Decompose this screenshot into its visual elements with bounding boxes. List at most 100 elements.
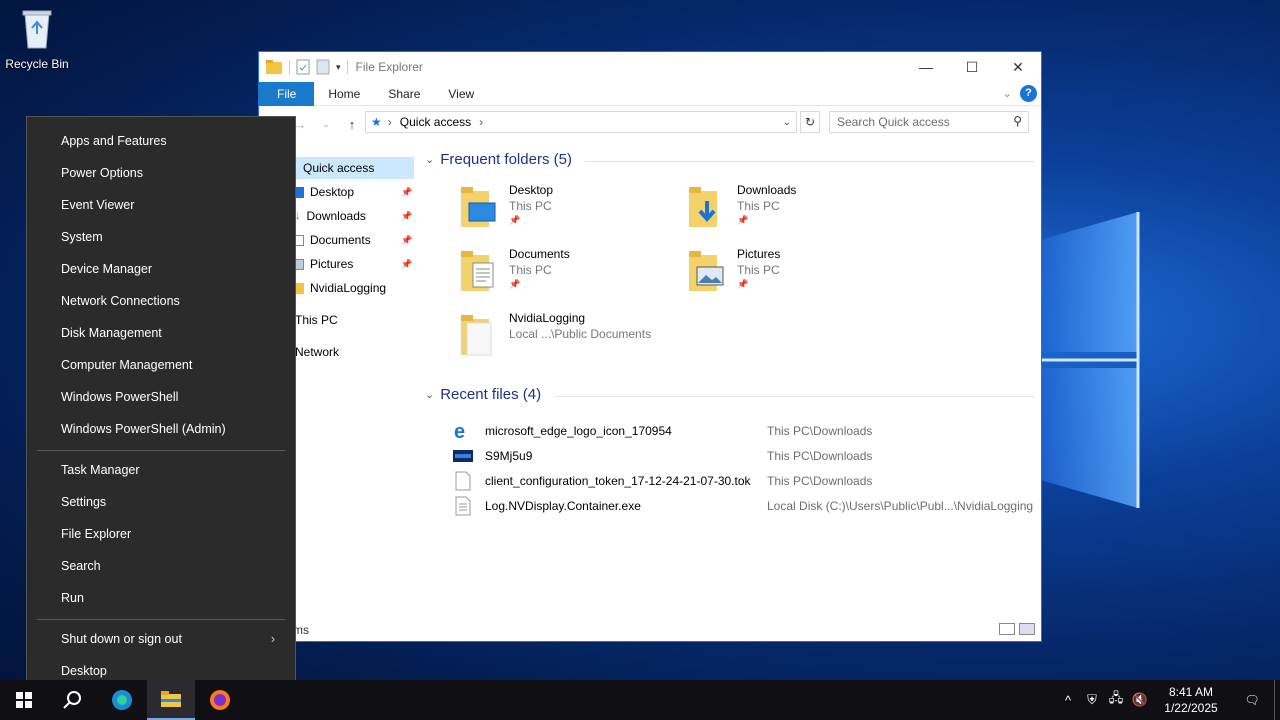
- nav-item-label: Downloads: [306, 209, 366, 223]
- downloads-folder-icon: [689, 187, 717, 227]
- refresh-button[interactable]: ↻: [800, 111, 820, 133]
- details-view-icon[interactable]: [999, 623, 1015, 635]
- address-dropdown-chevron-icon[interactable]: ⌄: [783, 117, 791, 128]
- recent-file-name: client_configuration_token_17-12-24-21-0…: [485, 474, 751, 488]
- breadcrumb-chevron-icon[interactable]: ›: [388, 115, 392, 129]
- nav-item-quick-access[interactable]: Quick access: [295, 157, 414, 179]
- blank-file-icon: [453, 471, 473, 491]
- clock[interactable]: 8:41 AM 1/22/2025: [1152, 684, 1230, 716]
- nav-item-pictures[interactable]: Pictures: [295, 253, 353, 275]
- search-input[interactable]: Search Quick access ⚲: [829, 111, 1029, 133]
- winx-power-user-menu: Apps and Features Power Options Event Vi…: [26, 116, 296, 695]
- pin-icon: 📌: [401, 211, 413, 221]
- menu-item-network-connections[interactable]: Network Connections: [61, 285, 287, 317]
- edge-file-icon: e: [453, 421, 473, 441]
- volume-muted-icon[interactable]: 🔇: [1128, 692, 1152, 708]
- menu-item-file-explorer[interactable]: File Explorer: [61, 518, 287, 550]
- taskbar-firefox[interactable]: [196, 680, 244, 720]
- section-title: Recent files (4): [440, 386, 542, 403]
- recycle-bin-shortcut[interactable]: Recycle Bin: [4, 6, 70, 71]
- recent-file-row[interactable]: Log.NVDisplay.Container.exe Local Disk (…: [453, 494, 1043, 518]
- nav-item-label: Network: [295, 345, 340, 359]
- help-icon[interactable]: ?: [1020, 85, 1037, 102]
- menu-item-shut-down-or-sign-out[interactable]: Shut down or sign out ›: [61, 623, 287, 655]
- recent-locations-chevron-icon[interactable]: ⌄: [317, 119, 335, 130]
- menu-item-apps-and-features[interactable]: Apps and Features: [61, 125, 287, 157]
- nav-item-desktop[interactable]: Desktop: [295, 181, 354, 203]
- nav-item-label: Desktop: [310, 185, 355, 199]
- recent-file-path: Local Disk (C:)\Users\Public\Publ...\Nvi…: [767, 499, 1034, 513]
- start-button[interactable]: [0, 680, 48, 720]
- nav-item-this-pc[interactable]: This PC: [295, 309, 338, 331]
- folder-tile-desktop[interactable]: Desktop This PC 📌: [459, 183, 553, 239]
- folder-tile-downloads[interactable]: Downloads This PC 📌: [687, 183, 796, 239]
- folder-name: Downloads: [737, 183, 797, 197]
- taskbar-file-explorer[interactable]: [147, 680, 195, 720]
- recent-file-row[interactable]: e microsoft_edge_logo_icon_170954 This P…: [453, 419, 1043, 443]
- up-arrow-icon[interactable]: ↑: [343, 117, 361, 132]
- search-button[interactable]: [48, 680, 96, 720]
- folder-icon: [295, 282, 304, 294]
- menu-item-power-options[interactable]: Power Options: [61, 157, 287, 189]
- customize-qa-chevron-icon[interactable]: ▾: [336, 62, 341, 73]
- maximize-button[interactable]: ☐: [949, 52, 995, 82]
- collapse-chevron-icon: ⌄: [425, 154, 435, 166]
- show-hidden-icons-chevron-icon[interactable]: ^: [1056, 693, 1080, 708]
- recent-file-row[interactable]: client_configuration_token_17-12-24-21-0…: [453, 469, 1043, 493]
- submenu-chevron-icon: ›: [270, 632, 275, 646]
- folder-name: Pictures: [737, 247, 781, 261]
- new-folder-icon[interactable]: [316, 59, 330, 75]
- recent-file-path: This PC\Downloads: [767, 424, 873, 438]
- address-bar[interactable]: ★ › Quick access › ⌄: [365, 111, 797, 133]
- section-divider: [555, 396, 1035, 397]
- network-icon[interactable]: 🖧: [1104, 689, 1128, 711]
- properties-icon[interactable]: [296, 59, 310, 75]
- close-icon: ✕: [1012, 58, 1024, 75]
- menu-item-computer-management[interactable]: Computer Management: [61, 349, 287, 381]
- action-center-icon[interactable]: 🗨: [1230, 693, 1274, 707]
- folder-tile-documents[interactable]: Documents This PC 📌: [459, 247, 570, 303]
- nav-item-network[interactable]: Network: [295, 341, 339, 363]
- minimize-button[interactable]: —: [903, 52, 949, 82]
- menu-item-windows-powershell[interactable]: Windows PowerShell: [61, 381, 287, 413]
- search-icon: [63, 691, 81, 709]
- nav-item-downloads[interactable]: ↓ Downloads: [295, 205, 366, 227]
- tab-home[interactable]: Home: [314, 82, 374, 106]
- file-explorer-window: ▾ File Explorer — ☐ ✕ File Home Share Vi…: [258, 51, 1042, 642]
- expand-ribbon-chevron-icon[interactable]: ⌄: [1003, 87, 1012, 100]
- folder-name: Desktop: [509, 183, 554, 197]
- menu-item-system[interactable]: System: [61, 221, 287, 253]
- show-desktop-button[interactable]: [1274, 680, 1280, 720]
- menu-item-label: Shut down or sign out: [61, 632, 182, 646]
- recent-file-row[interactable]: S9Mj5u9 This PC\Downloads: [453, 444, 1043, 468]
- nav-item-nvidialogging[interactable]: NvidiaLogging: [295, 277, 386, 299]
- quick-access-star-icon: ★: [371, 115, 382, 129]
- menu-item-search[interactable]: Search: [61, 550, 287, 582]
- security-icon[interactable]: ⛨: [1080, 692, 1104, 708]
- menu-item-settings[interactable]: Settings: [61, 486, 287, 518]
- search-placeholder: Search Quick access: [837, 115, 950, 129]
- tab-view[interactable]: View: [434, 82, 488, 106]
- frequent-folders-header[interactable]: ⌄ Frequent folders (5): [425, 151, 1035, 168]
- recent-files-header[interactable]: ⌄ Recent files (4): [425, 386, 1035, 403]
- folder-tile-nvidialogging[interactable]: NvidiaLogging Local ...\Public Documents: [459, 311, 651, 367]
- menu-item-windows-powershell-admin[interactable]: Windows PowerShell (Admin): [61, 413, 287, 445]
- nav-item-documents[interactable]: Documents: [295, 229, 371, 251]
- taskbar-edge[interactable]: [98, 680, 146, 720]
- nav-item-label: Pictures: [310, 257, 354, 271]
- breadcrumb-location[interactable]: Quick access: [400, 115, 471, 129]
- tab-file[interactable]: File: [259, 81, 315, 106]
- nav-item-label: This PC: [295, 313, 338, 327]
- documents-folder-icon: [461, 251, 494, 291]
- tab-share[interactable]: Share: [374, 82, 434, 106]
- menu-item-device-manager[interactable]: Device Manager: [61, 253, 287, 285]
- menu-item-run[interactable]: Run: [61, 582, 287, 614]
- menu-item-disk-management[interactable]: Disk Management: [61, 317, 287, 349]
- large-icons-view-icon[interactable]: [1019, 623, 1035, 635]
- close-button[interactable]: ✕: [995, 52, 1041, 82]
- explorer-titlebar[interactable]: ▾ File Explorer — ☐ ✕: [259, 52, 1041, 82]
- breadcrumb-chevron-icon[interactable]: ›: [479, 115, 483, 129]
- menu-item-task-manager[interactable]: Task Manager: [61, 454, 287, 486]
- folder-tile-pictures[interactable]: Pictures This PC 📌: [687, 247, 780, 303]
- menu-item-event-viewer[interactable]: Event Viewer: [61, 189, 287, 221]
